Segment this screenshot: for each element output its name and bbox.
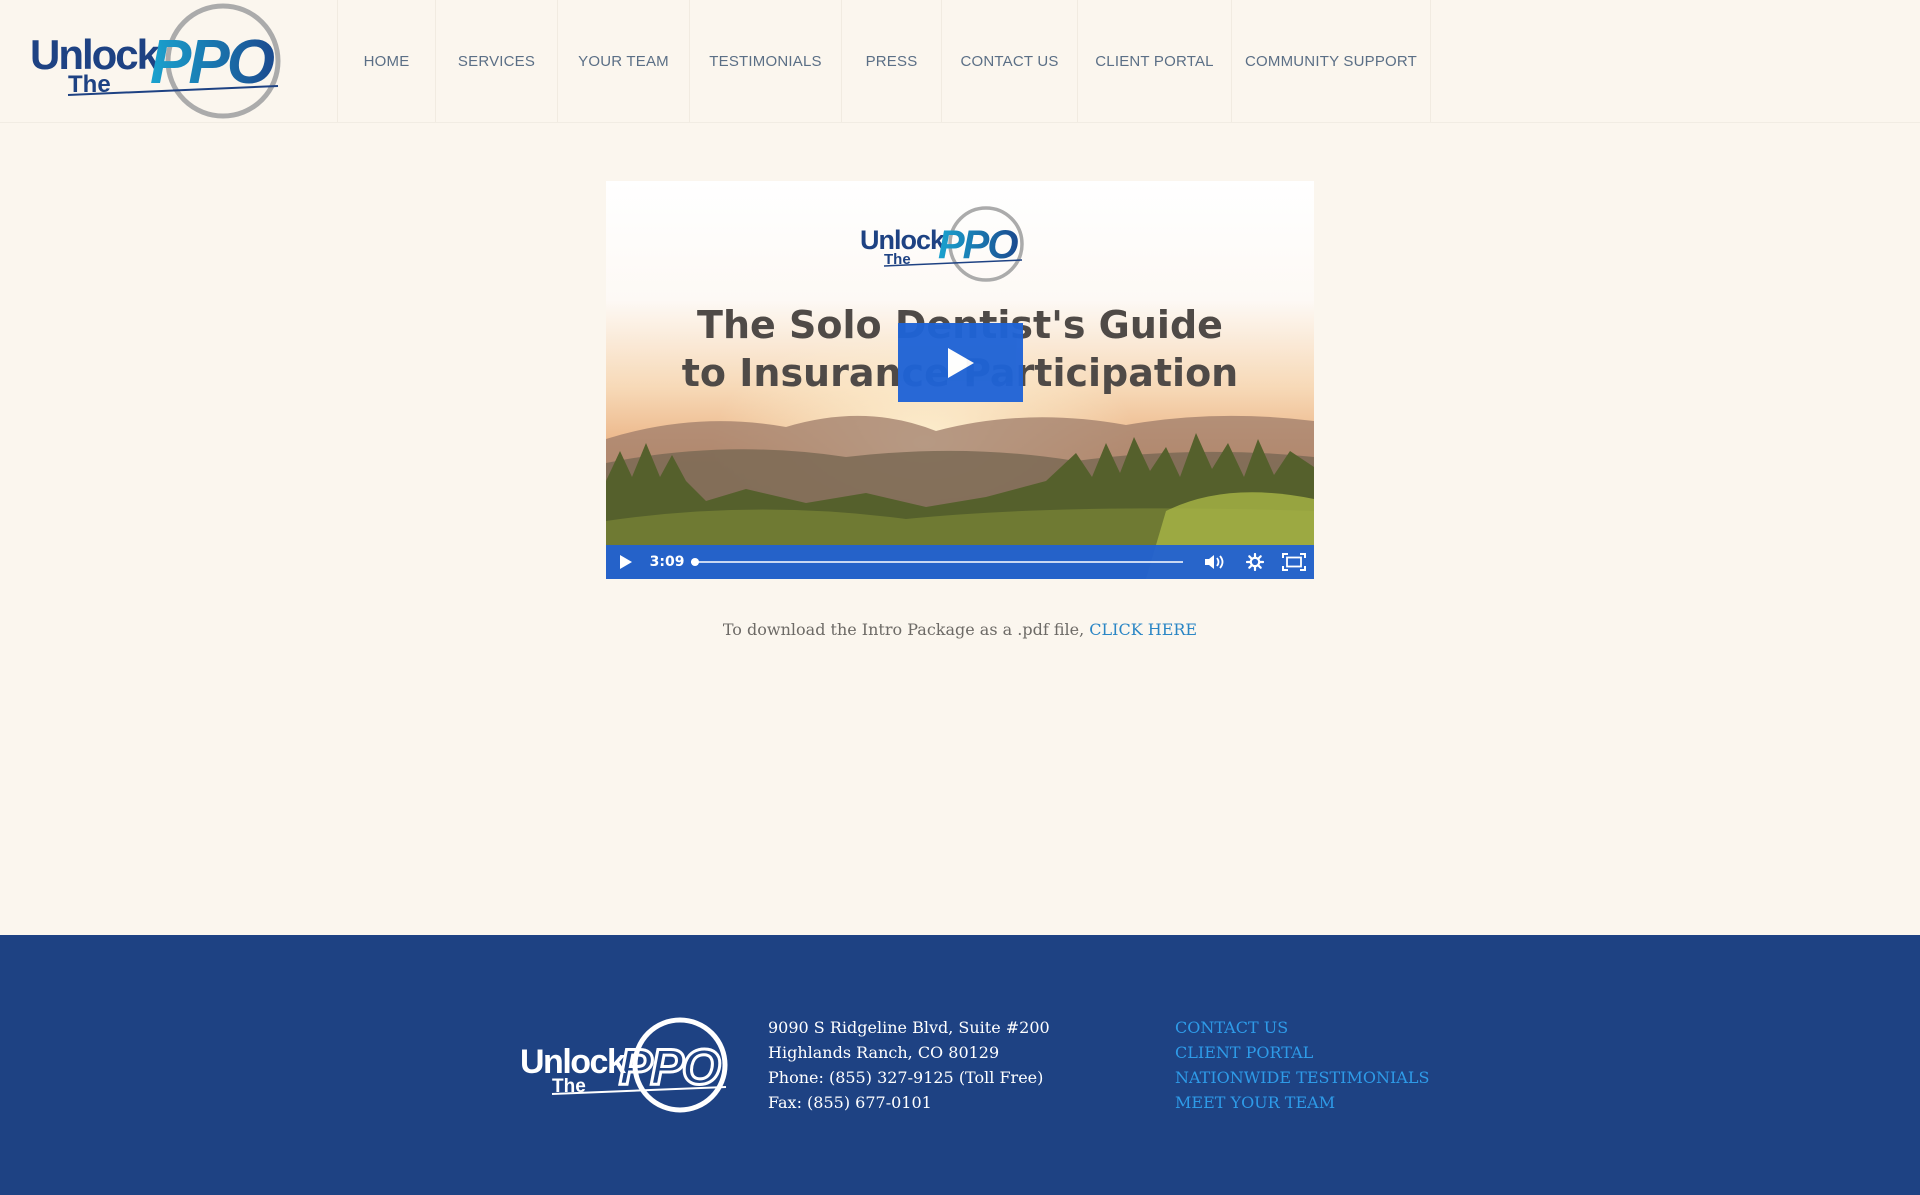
download-link[interactable]: CLICK HERE [1089,620,1197,639]
volume-button[interactable] [1195,545,1235,579]
svg-text:PPO: PPO [619,1039,721,1095]
video-logo: Unlock The PPO [860,206,1024,282]
address-line-1: 9090 S Ridgeline Blvd, Suite #200 [768,1018,1050,1037]
progress-track [691,561,1184,563]
svg-text:PPO: PPO [150,28,275,97]
video-duration: 3:09 [649,554,685,570]
download-line: To download the Intro Package as a .pdf … [0,620,1920,639]
nav-home[interactable]: HOME [337,0,435,122]
settings-icon [1245,553,1264,571]
settings-button[interactable] [1235,545,1275,579]
nav-your-team[interactable]: YOUR TEAM [557,0,689,122]
nav-services[interactable]: SERVICES [435,0,557,122]
video-controls: 3:09 [606,545,1314,579]
big-play-button[interactable] [898,323,1023,402]
nav-community-support[interactable]: COMMUNITY SUPPORT [1231,0,1431,122]
video-player[interactable]: Unlock The PPO The Solo Dentist's Guide … [606,181,1314,579]
video-progress-bar[interactable] [691,545,1184,579]
footer-link-client-portal[interactable]: CLIENT PORTAL [1175,1040,1429,1065]
fullscreen-icon [1282,553,1307,571]
footer-link-contact-us[interactable]: CONTACT US [1175,1015,1429,1040]
site-header: Unlock The PPO HOME SERVICES YOUR TEAM T… [0,0,1920,123]
nav-press[interactable]: PRESS [841,0,941,122]
address-phone: Phone: (855) 327-9125 (Toll Free) [768,1068,1044,1087]
footer-link-nationwide-testimonials[interactable]: NATIONWIDE TESTIMONIALS [1175,1065,1429,1090]
site-logo[interactable]: Unlock The PPO [28,2,300,120]
progress-handle[interactable] [691,558,700,566]
control-play-button[interactable] [606,545,646,579]
address-fax: Fax: (855) 677-0101 [768,1093,932,1112]
nav-testimonials[interactable]: TESTIMONIALS [689,0,841,122]
main-nav: HOME SERVICES YOUR TEAM TESTIMONIALS PRE… [337,0,1431,122]
footer-link-meet-your-team[interactable]: MEET YOUR TEAM [1175,1090,1429,1115]
site-footer: Unlock The PPO 9090 S Ridgeline Blvd, Su… [0,935,1920,1195]
nav-contact-us[interactable]: CONTACT US [941,0,1077,122]
volume-icon [1204,555,1224,569]
svg-text:PPO: PPO [938,223,1018,267]
download-text: To download the Intro Package as a .pdf … [722,620,1085,639]
fullscreen-button[interactable] [1274,545,1314,579]
play-icon [947,347,974,378]
footer-logo[interactable]: Unlock The PPO [518,1016,744,1116]
play-icon [619,555,632,569]
footer-links: CONTACT US CLIENT PORTAL NATIONWIDE TEST… [1175,1015,1429,1115]
footer-address: 9090 S Ridgeline Blvd, Suite #200 Highla… [768,1015,1050,1115]
address-line-2: Highlands Ranch, CO 80129 [768,1043,1000,1062]
nav-client-portal[interactable]: CLIENT PORTAL [1077,0,1231,122]
